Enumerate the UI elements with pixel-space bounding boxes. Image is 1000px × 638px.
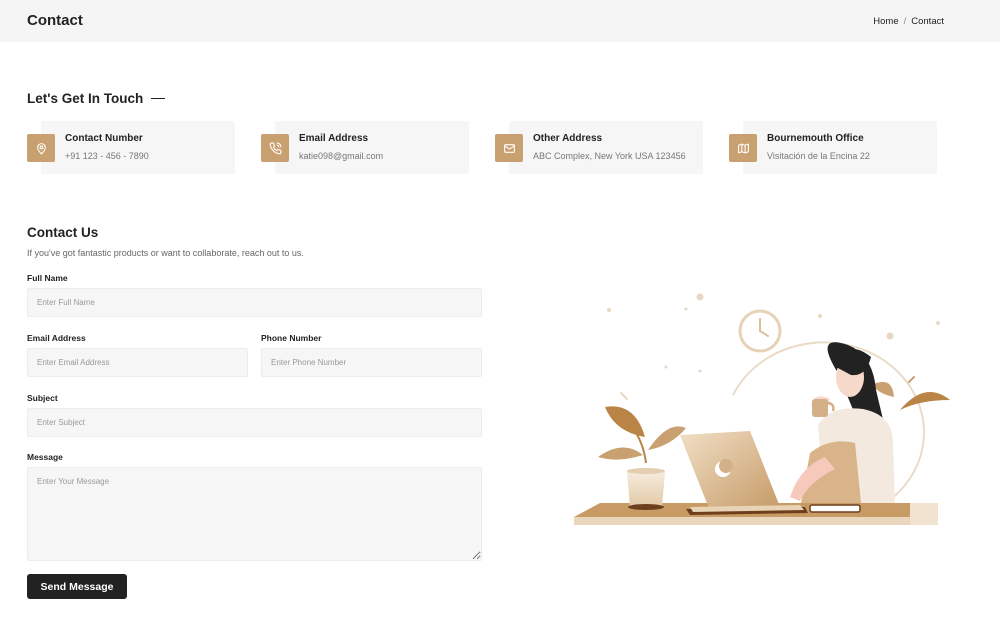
mail-icon xyxy=(495,134,523,162)
send-message-button[interactable]: Send Message xyxy=(27,574,127,599)
info-card-panel xyxy=(41,121,235,174)
full-name-label: Full Name xyxy=(27,273,68,283)
page-header: Contact Home / Contact xyxy=(0,0,1000,42)
touch-heading-text: Let's Get In Touch xyxy=(27,91,144,106)
breadcrumb-home-link[interactable]: Home xyxy=(873,16,898,27)
info-card-panel xyxy=(509,121,703,174)
phone-label: Phone Number xyxy=(261,333,322,343)
message-textarea[interactable] xyxy=(27,467,482,561)
email-input[interactable] xyxy=(27,348,248,377)
info-card-panel xyxy=(743,121,937,174)
subject-input[interactable] xyxy=(27,408,482,437)
page-title: Contact xyxy=(27,12,83,29)
contact-illustration xyxy=(574,293,950,525)
info-card-value: Visitación de la Encina 22 xyxy=(767,151,870,161)
clock-icon xyxy=(738,309,782,353)
info-card-title: Email Address xyxy=(299,133,369,144)
phone-icon xyxy=(261,134,289,162)
info-card-value: katie098@gmail.com xyxy=(299,151,384,161)
phone-input[interactable] xyxy=(261,348,482,377)
map-icon xyxy=(729,134,757,162)
location-pin-icon xyxy=(27,134,55,162)
contact-form-title: Contact Us xyxy=(27,225,99,240)
info-card-value: +91 123 - 456 - 7890 xyxy=(65,151,149,161)
message-label: Message xyxy=(27,452,63,462)
subject-label: Subject xyxy=(27,393,58,403)
breadcrumb-current: Contact xyxy=(911,16,944,27)
info-card-title: Contact Number xyxy=(65,133,143,144)
info-card-bournemouth-office: Bournemouth Office Visitación de la Enci… xyxy=(729,121,937,174)
breadcrumb-separator: / xyxy=(903,16,907,27)
breadcrumb: Home / Contact xyxy=(873,16,944,27)
contact-form-subtitle: If you've got fantastic products or want… xyxy=(27,248,304,258)
touch-heading: Let's Get In Touch xyxy=(27,91,166,106)
info-card-title: Other Address xyxy=(533,133,603,144)
info-card-other-address: Other Address ABC Complex, New York USA … xyxy=(495,121,703,174)
email-label: Email Address xyxy=(27,333,86,343)
info-card-email-address: Email Address katie098@gmail.com xyxy=(261,121,469,174)
info-card-value: ABC Complex, New York USA 123456 xyxy=(533,151,686,161)
full-name-input[interactable] xyxy=(27,288,482,317)
info-card-contact-number: Contact Number +91 123 - 456 - 7890 xyxy=(27,121,235,174)
info-card-panel xyxy=(275,121,469,174)
heading-dash xyxy=(151,97,166,100)
woman-figure xyxy=(790,342,895,503)
info-card-title: Bournemouth Office xyxy=(767,133,864,144)
